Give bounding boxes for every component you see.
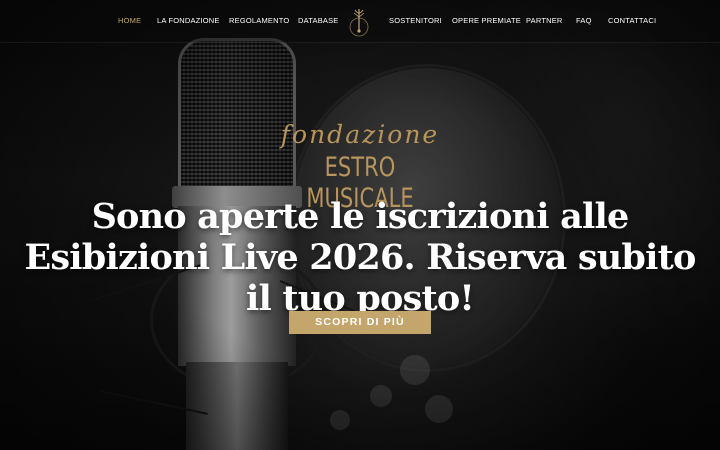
hero-headline: Sono aperte le iscrizioni alle Esibizion… bbox=[24, 196, 697, 319]
discover-more-button[interactable]: SCOPRI DI PIÙ bbox=[289, 311, 431, 334]
microphone-base bbox=[186, 362, 288, 450]
nav-item-contattaci[interactable]: CONTATTACI bbox=[608, 16, 656, 25]
bokeh-light bbox=[425, 395, 453, 423]
bokeh-light bbox=[330, 410, 350, 430]
nav-item-faq[interactable]: FAQ bbox=[576, 16, 592, 25]
microphone-grille bbox=[178, 38, 296, 196]
nav-item-partner[interactable]: PARTNER bbox=[526, 16, 563, 25]
nav-item-opere-premiate[interactable]: OPERE PREMIATE bbox=[452, 16, 521, 25]
nav-item-regolamento[interactable]: REGOLAMENTO bbox=[229, 16, 289, 25]
bokeh-light bbox=[400, 355, 430, 385]
nav-item-la-fondazione[interactable]: LA FONDAZIONE bbox=[157, 16, 220, 25]
brand-logo-script: fondazione bbox=[280, 120, 440, 149]
nav-item-home[interactable]: HOME bbox=[118, 16, 141, 25]
bokeh-light bbox=[370, 385, 392, 407]
hero-section: HOME LA FONDAZIONE REGOLAMENTO DATABASE … bbox=[0, 0, 720, 450]
main-navbar: HOME LA FONDAZIONE REGOLAMENTO DATABASE … bbox=[0, 0, 720, 43]
nav-item-database[interactable]: DATABASE bbox=[298, 16, 339, 25]
nav-item-sostenitori[interactable]: SOSTENITORI bbox=[389, 16, 442, 25]
music-tuning-fork-icon[interactable] bbox=[346, 5, 372, 37]
